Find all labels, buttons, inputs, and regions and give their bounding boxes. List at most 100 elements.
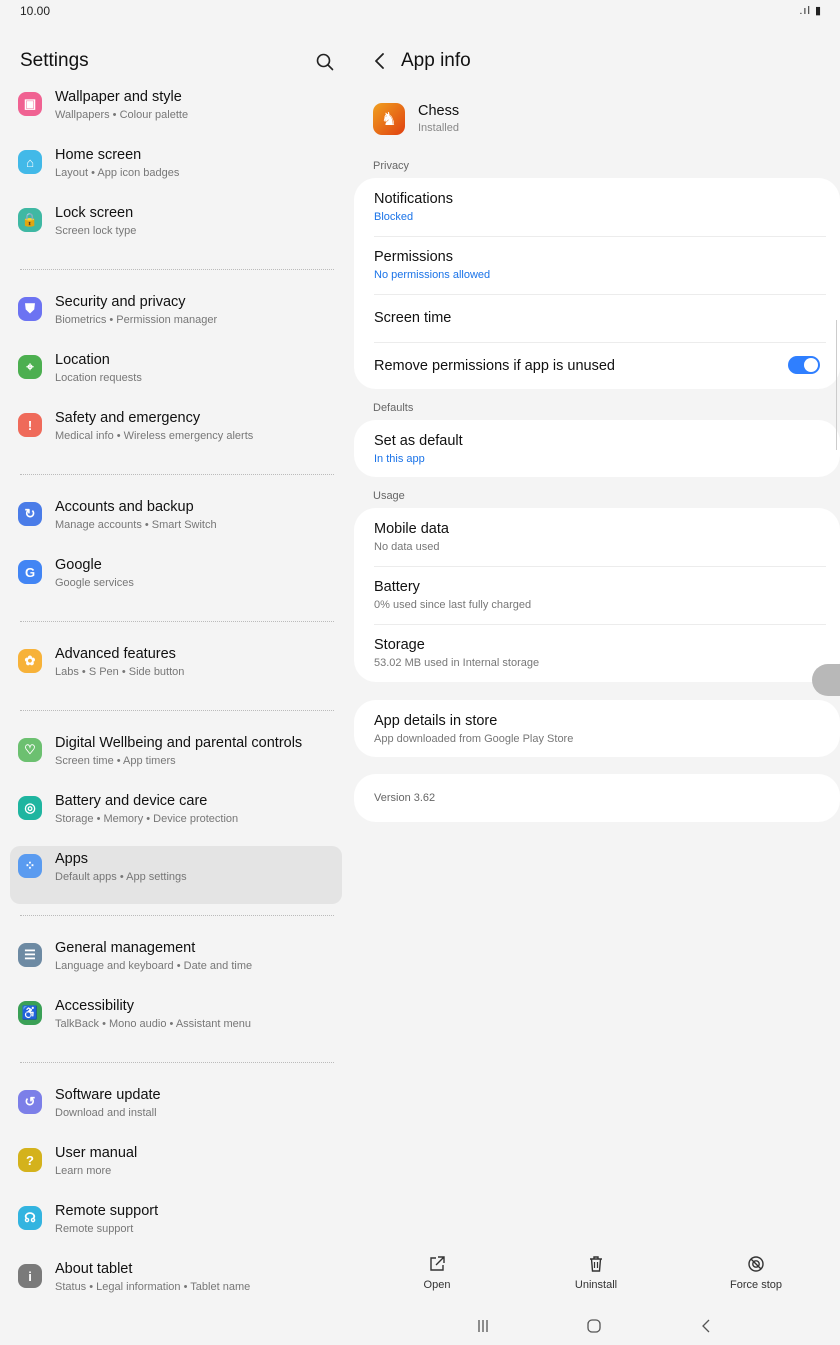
scrollbar[interactable] xyxy=(836,320,840,450)
remove-permissions-toggle[interactable] xyxy=(788,356,820,374)
sidebar-item-subtitle: TalkBack • Mono audio • Assistant menu xyxy=(55,1018,252,1030)
permissions-row[interactable]: Permissions No permissions allowed xyxy=(354,236,840,294)
safety-and-emergency-icon: ! xyxy=(18,413,42,437)
sidebar-item-wallpaper-and-style[interactable]: ▣ Wallpaper and style Wallpapers • Colour … xyxy=(10,84,342,142)
sidebar-item-security-and-privacy[interactable]: ⛊ Security and privacy Biometrics • Permis… xyxy=(10,289,342,347)
accessibility-icon: ♿ xyxy=(18,1001,42,1025)
sidebar-item-advanced-features[interactable]: ✿ Advanced features Labs • S Pen • Side bu… xyxy=(10,641,342,699)
sidebar-item-about-tablet[interactable]: i About tablet Status • Legal information … xyxy=(10,1256,342,1314)
sidebar-item-lock-screen[interactable]: 🔒 Lock screen Screen lock type xyxy=(10,200,342,258)
sidebar-item-accessibility[interactable]: ♿ Accessibility TalkBack • Mono audio • As… xyxy=(10,993,342,1051)
row-subtitle: App downloaded from Google Play Store xyxy=(374,733,574,745)
row-title: Mobile data xyxy=(374,521,449,537)
row-title: Notifications xyxy=(374,191,453,207)
sidebar-item-subtitle: Language and keyboard • Date and time xyxy=(55,960,253,972)
lock-screen-icon: 🔒 xyxy=(18,208,42,232)
sidebar-item-subtitle: Location requests xyxy=(55,372,142,384)
row-subtitle: No permissions allowed xyxy=(374,269,491,281)
notifications-row[interactable]: Notifications Blocked xyxy=(354,178,840,236)
section-divider xyxy=(10,1051,342,1082)
settings-title: Settings xyxy=(20,50,89,71)
section-label-usage: Usage xyxy=(373,490,405,502)
settings-menu-list: ▣ Wallpaper and style Wallpapers • Colour … xyxy=(10,84,342,1314)
sidebar-item-safety-and-emergency[interactable]: ! Safety and emergency Medical info • Wire… xyxy=(10,405,342,463)
open-button[interactable]: Open xyxy=(387,1255,487,1291)
mobile-data-row[interactable]: Mobile data No data used xyxy=(354,508,840,566)
row-title: App details in store xyxy=(374,713,498,729)
force-stop-icon xyxy=(706,1255,806,1277)
battery-row[interactable]: Battery 0% used since last fully charged xyxy=(354,566,840,624)
sidebar-item-label: Accounts and backup xyxy=(55,499,194,515)
sidebar-item-google[interactable]: G Google Google services xyxy=(10,552,342,610)
sidebar-item-general-management[interactable]: ☰ General management Language and keyboard… xyxy=(10,935,342,993)
sidebar-item-subtitle: Screen time • App timers xyxy=(55,755,176,767)
remove-permissions-row[interactable]: Remove permissions if app is unused xyxy=(354,342,840,389)
search-icon[interactable] xyxy=(313,50,337,74)
sidebar-item-label: User manual xyxy=(55,1145,138,1161)
user-manual-icon: ? xyxy=(18,1148,42,1172)
row-title: Storage xyxy=(374,637,425,653)
sidebar-item-label: Lock screen xyxy=(55,205,134,221)
sidebar-item-digital-wellbeing-and-parental-controls[interactable]: ♡ Digital Wellbeing and parental controls… xyxy=(10,730,342,788)
section-label-defaults: Defaults xyxy=(373,402,414,414)
sidebar-item-label: Security and privacy xyxy=(55,294,186,310)
digital-wellbeing-and-parental-controls-icon: ♡ xyxy=(18,738,42,762)
sidebar-item-subtitle: Download and install xyxy=(55,1107,157,1119)
screen-time-row[interactable]: Screen time xyxy=(354,294,840,342)
sidebar-item-location[interactable]: ⌖ Location Location requests xyxy=(10,347,342,405)
scroll-handle[interactable] xyxy=(812,664,840,696)
usage-card: Mobile data No data used Battery 0% used… xyxy=(354,508,840,682)
advanced-features-icon: ✿ xyxy=(18,649,42,673)
sidebar-item-label: Digital Wellbeing and parental controls xyxy=(55,735,303,751)
row-subtitle: 0% used since last fully charged xyxy=(374,599,532,611)
uninstall-button[interactable]: Uninstall xyxy=(546,1255,646,1291)
recent-apps-icon[interactable] xyxy=(468,1313,498,1339)
software-update-icon: ↺ xyxy=(18,1090,42,1114)
sidebar-item-label: Battery and device care xyxy=(55,793,208,809)
sidebar-item-label: Safety and emergency xyxy=(55,410,201,426)
sidebar-item-subtitle: Remote support xyxy=(55,1223,134,1235)
remote-support-icon: ☊ xyxy=(18,1206,42,1230)
back-arrow-icon[interactable] xyxy=(369,50,391,72)
open-external-icon xyxy=(387,1255,487,1277)
open-label: Open xyxy=(423,1279,451,1291)
sidebar-item-apps[interactable]: ⁘ Apps Default apps • App settings xyxy=(10,846,342,904)
app-info-pane: App info ♞ Chess Installed Privacy Notif… xyxy=(353,30,840,1300)
privacy-card: Notifications Blocked Permissions No per… xyxy=(354,178,840,389)
signal-battery-icon: .ıl ▮ xyxy=(799,5,822,17)
version-text: Version 3.62 xyxy=(374,792,436,804)
sidebar-item-label: Software update xyxy=(55,1087,161,1103)
trash-icon xyxy=(546,1255,646,1277)
sidebar-item-home-screen[interactable]: ⌂ Home screen Layout • App icon badges xyxy=(10,142,342,200)
sidebar-item-subtitle: Medical info • Wireless emergency alerts xyxy=(55,430,254,442)
sidebar-item-software-update[interactable]: ↺ Software update Download and install xyxy=(10,1082,342,1140)
defaults-card: Set as default In this app xyxy=(354,420,840,477)
sidebar-item-label: Wallpaper and style xyxy=(55,89,182,105)
section-divider xyxy=(10,610,342,641)
set-as-default-row[interactable]: Set as default In this app xyxy=(354,420,840,478)
sidebar-item-user-manual[interactable]: ? User manual Learn more xyxy=(10,1140,342,1198)
sidebar-item-subtitle: Default apps • App settings xyxy=(55,871,187,883)
apps-icon: ⁘ xyxy=(18,854,42,878)
sidebar-item-subtitle: Labs • S Pen • Side button xyxy=(55,666,185,678)
app-details-in-store-row[interactable]: App details in store App downloaded from… xyxy=(354,700,840,758)
back-icon[interactable] xyxy=(691,1313,721,1339)
row-title: Screen time xyxy=(374,310,452,326)
version-card: Version 3.62 xyxy=(354,774,840,822)
sidebar-item-label: Apps xyxy=(55,851,89,867)
sidebar-item-remote-support[interactable]: ☊ Remote support Remote support xyxy=(10,1198,342,1256)
row-subtitle: In this app xyxy=(374,453,425,465)
force-stop-button[interactable]: Force stop xyxy=(706,1255,806,1291)
storage-row[interactable]: Storage 53.02 MB used in Internal storag… xyxy=(354,624,840,682)
sidebar-item-accounts-and-backup[interactable]: ↻ Accounts and backup Manage accounts • Sm… xyxy=(10,494,342,552)
sidebar-item-battery-and-device-care[interactable]: ◎ Battery and device care Storage • Memory… xyxy=(10,788,342,846)
home-icon[interactable] xyxy=(579,1313,609,1339)
wallpaper-and-style-icon: ▣ xyxy=(18,92,42,116)
row-title: Permissions xyxy=(374,249,453,265)
section-divider xyxy=(10,699,342,730)
about-tablet-icon: i xyxy=(18,1264,42,1288)
page-title: App info xyxy=(401,50,471,71)
sidebar-item-subtitle: Status • Legal information • Tablet name xyxy=(55,1281,251,1293)
home-screen-icon: ⌂ xyxy=(18,150,42,174)
app-name: Chess xyxy=(418,103,460,119)
